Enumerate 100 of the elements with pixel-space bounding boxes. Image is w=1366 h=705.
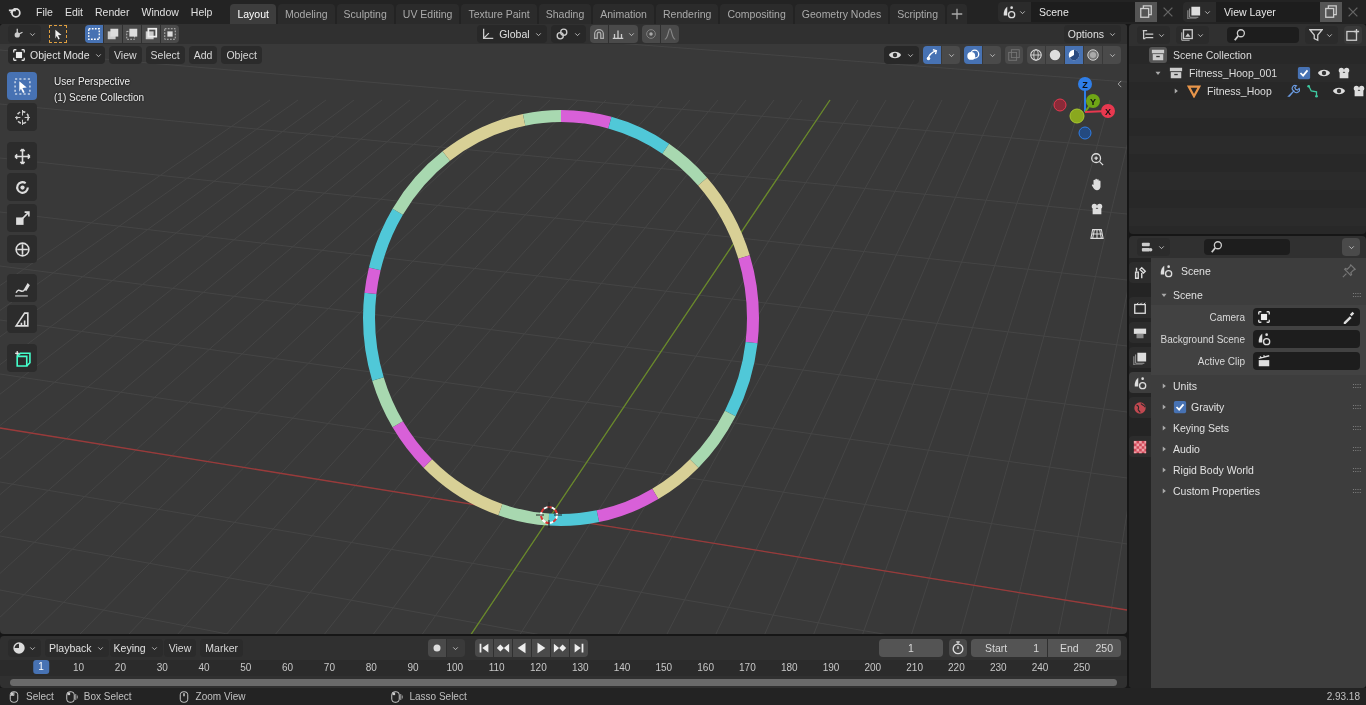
camera-icon[interactable] xyxy=(1351,84,1366,98)
tool-button[interactable] xyxy=(7,142,37,170)
workspace-tab[interactable]: Compositing xyxy=(720,4,793,24)
active-tool-button[interactable] xyxy=(49,25,67,43)
checkbox[interactable] xyxy=(1173,399,1187,414)
tool-button[interactable] xyxy=(7,344,37,372)
filter-dropdown[interactable] xyxy=(1305,26,1338,44)
select-mode-button[interactable] xyxy=(142,25,160,43)
outliner-item[interactable]: Fitness_Hoop xyxy=(1207,85,1272,97)
hoop-drawing[interactable] xyxy=(363,110,759,526)
copy-scene-button[interactable] xyxy=(1135,2,1157,22)
input-field[interactable] xyxy=(1253,308,1360,326)
panel-title[interactable]: Custom Properties xyxy=(1173,484,1260,497)
panel-title[interactable]: Units xyxy=(1173,379,1197,392)
scrollbar[interactable] xyxy=(10,678,1117,686)
view-layer-browse-button[interactable] xyxy=(1183,2,1216,22)
outliner-item[interactable]: Scene Collection xyxy=(1173,49,1252,61)
current-frame-marker[interactable]: 1 xyxy=(33,660,49,674)
workspace-tab[interactable]: Animation xyxy=(593,4,654,24)
wrench-icon[interactable] xyxy=(1285,84,1300,98)
workspace-tab[interactable]: Geometry Nodes xyxy=(794,4,889,24)
vertex-icon[interactable] xyxy=(1305,84,1320,98)
menu-dropdown[interactable]: Keying xyxy=(109,639,163,657)
editor-type-button[interactable] xyxy=(8,639,41,657)
menu-item[interactable]: View xyxy=(163,639,197,657)
input-field[interactable] xyxy=(1253,330,1360,348)
panel-title[interactable]: Keying Sets xyxy=(1173,421,1230,434)
select-mode-button[interactable] xyxy=(161,25,179,43)
search-field[interactable] xyxy=(1227,27,1299,43)
close-icon[interactable] xyxy=(1346,5,1360,19)
select-mode-button[interactable] xyxy=(85,25,103,43)
select-mode-button[interactable] xyxy=(123,25,141,43)
auto-keying-toggle[interactable] xyxy=(427,639,446,657)
overlays-toggle[interactable] xyxy=(964,46,982,64)
scene-field[interactable]: Scene xyxy=(1031,2,1135,22)
copy-view-layer-button[interactable] xyxy=(1320,2,1342,22)
transform-orientation-dropdown[interactable]: Global xyxy=(477,25,547,43)
tool-button[interactable] xyxy=(7,274,37,302)
chevron-left-icon[interactable] xyxy=(1115,78,1125,90)
menu-item[interactable]: Window xyxy=(135,6,185,18)
menu-item[interactable]: Object xyxy=(221,46,262,64)
properties-tab[interactable] xyxy=(1129,322,1151,343)
menu-dropdown[interactable]: Playback xyxy=(45,639,109,657)
shading-mode-button[interactable] xyxy=(1027,46,1045,64)
shading-mode-button[interactable] xyxy=(1065,46,1083,64)
start-frame-field[interactable]: Start 1 xyxy=(971,639,1047,657)
options-dropdown[interactable]: Options xyxy=(1063,25,1121,43)
pivot-point-dropdown[interactable] xyxy=(550,25,586,43)
proportional-edit-toggle[interactable] xyxy=(641,25,660,43)
workspace-tab[interactable]: Shading xyxy=(538,4,592,24)
editor-type-button[interactable] xyxy=(1137,238,1170,256)
tool-button[interactable] xyxy=(7,204,37,232)
snap-toggle[interactable] xyxy=(589,25,608,43)
shading-mode-button[interactable] xyxy=(1084,46,1102,64)
menu-item[interactable]: File xyxy=(30,6,59,18)
add-workspace-button[interactable] xyxy=(947,4,967,24)
panel-title[interactable]: Audio xyxy=(1173,442,1200,455)
search-field[interactable] xyxy=(1204,239,1290,255)
new-collection-button[interactable] xyxy=(1344,26,1362,44)
menu-item[interactable]: Marker xyxy=(200,639,243,657)
view-layer-field[interactable]: View Layer xyxy=(1216,2,1320,22)
panel-title[interactable]: Rigid Body World xyxy=(1173,463,1254,476)
play-reverse-button[interactable] xyxy=(512,639,531,657)
play-button[interactable] xyxy=(531,639,550,657)
menu-item[interactable]: Edit xyxy=(58,6,89,18)
jump-end-button[interactable] xyxy=(569,639,588,657)
editor-type-button[interactable] xyxy=(1137,26,1170,44)
navigation-gizmo[interactable]: Z Y X xyxy=(1053,74,1117,144)
properties-tab[interactable] xyxy=(1129,297,1151,318)
checkbox[interactable] xyxy=(1297,66,1312,80)
select-mode-button[interactable] xyxy=(104,25,122,43)
menu-item[interactable]: View xyxy=(109,46,142,64)
close-icon[interactable] xyxy=(1161,5,1175,19)
menu-item[interactable]: Select xyxy=(145,46,185,64)
menu-item[interactable]: Help xyxy=(184,6,219,18)
outliner-item[interactable]: Fitness_Hoop_001 xyxy=(1189,67,1278,79)
tool-button[interactable] xyxy=(7,305,37,333)
shading-mode-button[interactable] xyxy=(1046,46,1064,64)
workspace-tab[interactable]: Rendering xyxy=(655,4,719,24)
visibility-dropdown[interactable] xyxy=(884,46,919,64)
eyedropper-icon[interactable] xyxy=(1342,310,1356,324)
end-frame-field[interactable]: End 250 xyxy=(1048,639,1121,657)
workspace-tab[interactable]: Scripting xyxy=(890,4,945,24)
camera-icon[interactable] xyxy=(1337,66,1352,80)
workspace-tab[interactable]: UV Editing xyxy=(395,4,460,24)
current-frame-field[interactable]: 1 xyxy=(879,639,943,657)
falloff-dropdown[interactable] xyxy=(660,25,679,43)
input-field[interactable] xyxy=(1253,352,1360,370)
tool-button[interactable] xyxy=(7,235,37,263)
display-mode-dropdown[interactable] xyxy=(1176,26,1209,44)
menu-item[interactable]: Add xyxy=(188,46,218,64)
properties-tab[interactable] xyxy=(1129,262,1151,283)
menu-item[interactable]: Render xyxy=(89,6,136,18)
tool-button[interactable] xyxy=(7,173,37,201)
properties-tab[interactable] xyxy=(1129,372,1151,393)
workspace-tab[interactable]: Modeling xyxy=(277,4,335,24)
xray-toggle[interactable] xyxy=(1005,46,1023,64)
preview-range-toggle[interactable] xyxy=(949,639,967,657)
properties-tab[interactable] xyxy=(1129,347,1151,368)
snap-target-dropdown[interactable] xyxy=(608,25,638,43)
